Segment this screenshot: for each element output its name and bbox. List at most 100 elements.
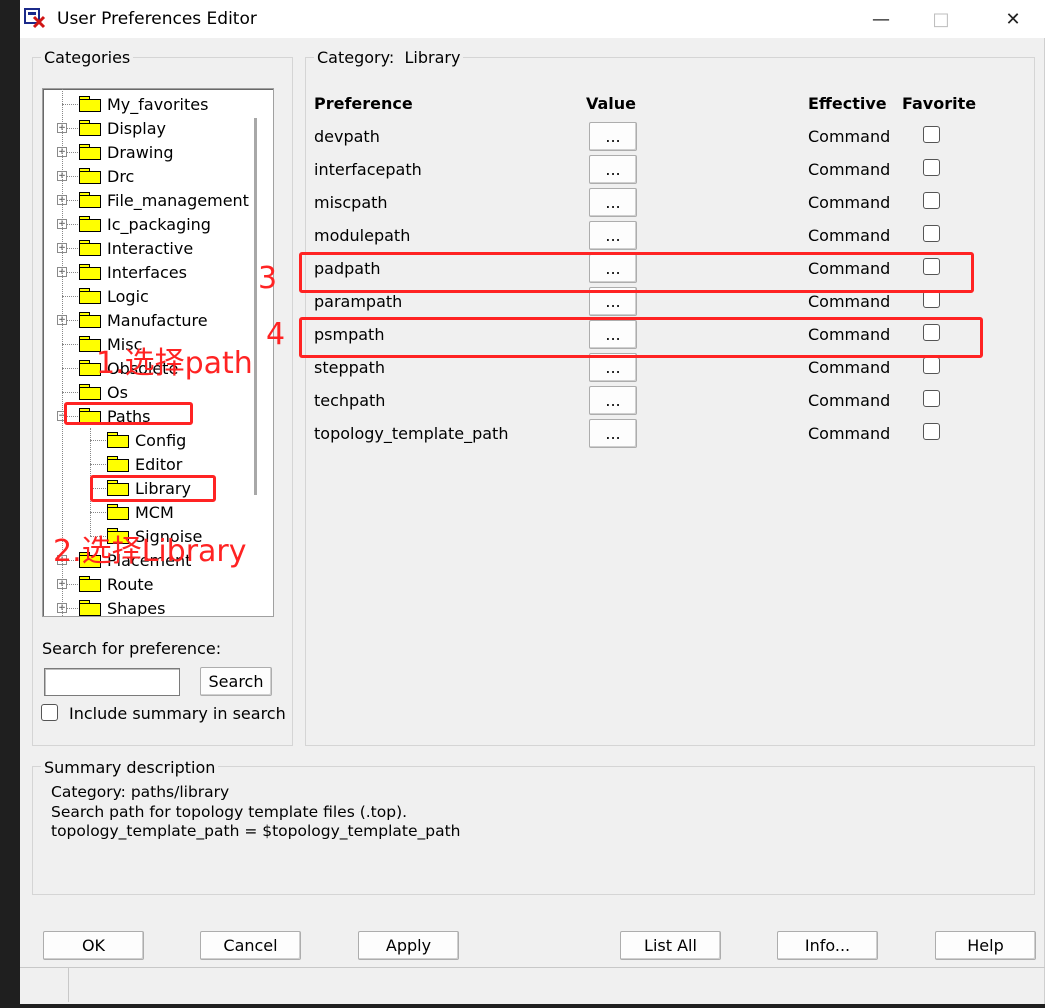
tree-item-file_management[interactable]: File_management (79, 188, 249, 212)
window-title: User Preferences Editor (57, 9, 257, 29)
tree-item-label: File_management (107, 190, 249, 210)
minimize-button[interactable]: — (858, 0, 904, 38)
annotation-box-paths (64, 402, 193, 425)
tree-item-os[interactable]: Os (79, 380, 128, 404)
tree-item-interfaces[interactable]: Interfaces (79, 260, 187, 284)
tree-item-mcm[interactable]: MCM (107, 500, 174, 524)
value-browse-button[interactable]: ... (589, 122, 637, 151)
summary-text: Category: paths/library Search path for … (51, 783, 461, 842)
include-summary-label: Include summary in search (69, 704, 286, 723)
folder-icon (79, 240, 101, 256)
folder-icon (107, 504, 129, 520)
annotation-step3: 3 (258, 261, 278, 296)
tree-item-label: Ic_packaging (107, 214, 211, 234)
tree-item-label: Route (107, 574, 154, 594)
tree-item-shapes[interactable]: Shapes (79, 596, 166, 617)
effective-value: Command (808, 160, 891, 179)
value-browse-button[interactable]: ... (589, 419, 637, 448)
value-browse-button[interactable]: ... (589, 155, 637, 184)
search-input[interactable] (44, 668, 180, 696)
tree-item-route[interactable]: Route (79, 572, 153, 596)
tree-connector (62, 296, 78, 297)
app-icon (24, 7, 46, 29)
folder-icon (79, 120, 101, 136)
folder-icon (79, 384, 101, 400)
favorite-checkbox[interactable] (923, 291, 940, 308)
folder-icon (79, 312, 101, 328)
value-browse-button[interactable]: ... (589, 188, 637, 217)
search-button[interactable]: Search (200, 667, 272, 696)
value-browse-button[interactable]: ... (589, 386, 637, 415)
annotation-step2: 2.选择Library (53, 534, 247, 569)
header-preference: Preference (314, 94, 413, 113)
tree-item-label: Drc (107, 166, 135, 186)
tree-item-label: Shapes (107, 598, 166, 617)
close-icon: ✕ (1005, 8, 1021, 30)
preference-row-miscpath: miscpath... Command (314, 186, 974, 219)
tree-connector (62, 392, 78, 393)
favorite-checkbox[interactable] (923, 225, 940, 242)
folder-icon (107, 432, 129, 448)
favorite-checkbox[interactable] (923, 423, 940, 440)
effective-value: Command (808, 127, 891, 146)
category-caption: Category: Library (314, 48, 464, 67)
tree-connector (90, 440, 106, 441)
minimize-icon: — (872, 8, 890, 30)
summary-line: Category: paths/library (51, 783, 230, 801)
folder-icon (79, 168, 101, 184)
preference-row-interfacepath: interfacepath... Command (314, 153, 974, 186)
maximize-icon: □ (932, 8, 950, 30)
header-effective: Effective (808, 94, 887, 113)
effective-value: Command (808, 358, 891, 377)
favorite-checkbox[interactable] (923, 390, 940, 407)
ok-button[interactable]: OK (43, 931, 144, 960)
list-all-button[interactable]: List All (620, 931, 721, 960)
annotation-step1: 1.选择path (96, 346, 253, 381)
folder-icon (79, 192, 101, 208)
apply-button[interactable]: Apply (358, 931, 459, 960)
tree-item-label: Display (107, 118, 166, 138)
title-bar: User Preferences Editor — □ ✕ (20, 0, 1045, 38)
preference-name: devpath (314, 127, 380, 146)
tree-item-drawing[interactable]: Drawing (79, 140, 174, 164)
tree-item-editor[interactable]: Editor (107, 452, 182, 476)
tree-connector (62, 368, 78, 369)
cancel-button[interactable]: Cancel (200, 931, 301, 960)
summary-label: Summary description (41, 758, 219, 777)
favorite-checkbox[interactable] (923, 357, 940, 374)
tree-item-manufacture[interactable]: Manufacture (79, 308, 208, 332)
tree-item-my_favorites[interactable]: My_favorites (79, 92, 208, 116)
favorite-checkbox[interactable] (923, 126, 940, 143)
effective-value: Command (808, 226, 891, 245)
folder-icon (79, 144, 101, 160)
preference-name: parampath (314, 292, 403, 311)
effective-value: Command (808, 424, 891, 443)
favorite-checkbox[interactable] (923, 159, 940, 176)
favorite-checkbox[interactable] (923, 192, 940, 209)
value-browse-button[interactable]: ... (589, 221, 637, 250)
help-button[interactable]: Help (935, 931, 1036, 960)
tree-item-ic_packaging[interactable]: Ic_packaging (79, 212, 211, 236)
tree-item-drc[interactable]: Drc (79, 164, 134, 188)
annotation-box-psmpath (299, 317, 983, 358)
preference-name: interfacepath (314, 160, 422, 179)
maximize-button: □ (918, 0, 964, 38)
folder-icon (79, 288, 101, 304)
tree-connector (62, 104, 78, 105)
close-button[interactable]: ✕ (990, 0, 1036, 38)
tree-item-logic[interactable]: Logic (79, 284, 149, 308)
info-button[interactable]: Info... (777, 931, 878, 960)
effective-value: Command (808, 292, 891, 311)
tree-item-label: Os (107, 382, 128, 402)
tree-item-display[interactable]: Display (79, 116, 166, 140)
tree-item-label: Drawing (107, 142, 174, 162)
tree-item-config[interactable]: Config (107, 428, 186, 452)
header-favorite: Favorite (902, 94, 977, 113)
preference-name: techpath (314, 391, 386, 410)
tree-item-interactive[interactable]: Interactive (79, 236, 193, 260)
preference-name: miscpath (314, 193, 388, 212)
include-summary-checkbox[interactable] (41, 704, 58, 721)
tree-scrollbar-thumb[interactable] (254, 118, 257, 495)
preferences-window: User Preferences Editor — □ ✕ Categories… (20, 0, 1045, 1004)
tree-item-label: Manufacture (107, 310, 208, 330)
